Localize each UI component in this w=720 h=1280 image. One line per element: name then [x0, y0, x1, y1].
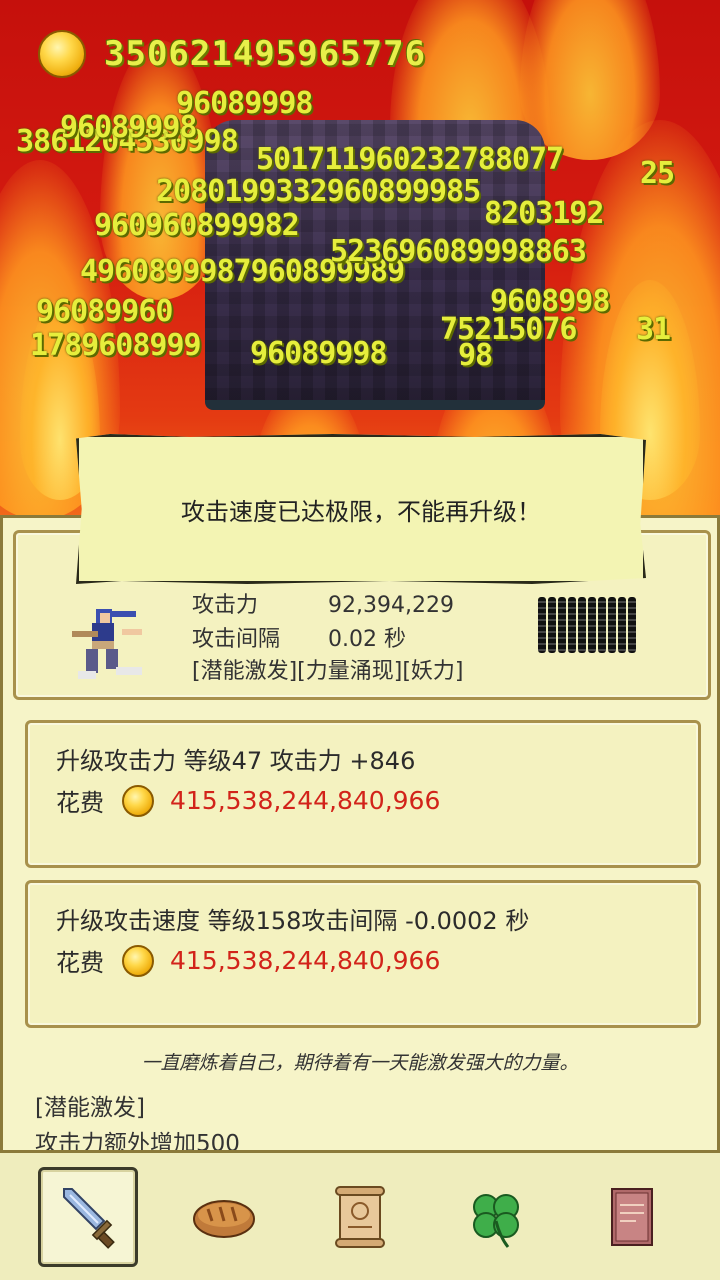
damage-number: 31: [636, 312, 671, 347]
gold-coin-icon: [38, 30, 86, 78]
tab-food[interactable]: [174, 1167, 274, 1267]
interval-stat: 攻击间隔 0.02 秒: [192, 621, 406, 653]
upgrade-panel: 攻击力 92,394,229 攻击间隔 0.02 秒 [潜能激发][力量涌现][妖力…: [0, 515, 720, 1155]
damage-numbers: 96089998 3861204530998 96089998 50171196…: [0, 80, 720, 380]
gold-counter: 350621495965776: [38, 30, 426, 78]
attack-value: 92,394,229: [328, 593, 454, 618]
damage-number: 1789608999: [30, 328, 202, 363]
tab-luck[interactable]: [446, 1167, 546, 1267]
damage-number: 2080199332960899985: [156, 174, 481, 209]
upgrade-attack-button[interactable]: 升级攻击力 等级47 攻击力 +846 花费 415,538,244,840,9…: [25, 720, 701, 868]
scroll-icon: [335, 1185, 385, 1248]
upgrade-speed-button[interactable]: 升级攻击速度 等级158攻击间隔 -0.0002 秒 花费 415,538,24…: [25, 880, 701, 1028]
cost-label: 花费: [56, 949, 104, 977]
toast-text: 攻击速度已达极限，不能再升级！: [181, 497, 541, 526]
cost-label: 花费: [56, 789, 104, 817]
bottom-tab-bar: [0, 1150, 720, 1280]
cost-value: 415,538,244,840,966: [170, 786, 441, 815]
clover-icon: [473, 1193, 519, 1248]
upgrade-attack-cost: 花费 415,538,244,840,966: [56, 783, 440, 818]
upgrade-speed-title: 升级攻击速度 等级158攻击间隔 -0.0002 秒: [56, 907, 530, 935]
flavor-text: 一直磨炼着自己，期待着有一天能激发强大的力量。: [141, 1052, 579, 1074]
damage-number: 501711960232788077: [256, 142, 564, 177]
toast-message: 攻击速度已达极限，不能再升级！: [76, 434, 646, 584]
interval-value: 0.02 秒: [328, 627, 406, 652]
tab-weapon[interactable]: [38, 1166, 138, 1267]
attack-label: 攻击力: [192, 593, 259, 618]
sword-icon: [63, 1187, 115, 1249]
gold-coin-icon: [122, 944, 154, 977]
bread-icon: [193, 1199, 255, 1238]
gold-total: 350621495965776: [104, 34, 427, 74]
damage-number: 96089998: [60, 110, 197, 145]
damage-number: 96089960: [36, 294, 173, 329]
tab-book[interactable]: [582, 1167, 682, 1267]
gold-coin-icon: [122, 784, 154, 817]
interval-label: 攻击间隔: [192, 627, 281, 652]
coin-stack-icon: [538, 597, 638, 657]
skill-name: [潜能激发]: [35, 1095, 145, 1121]
hero-sprite: [72, 609, 142, 679]
damage-number: 8203192: [484, 196, 604, 231]
attack-stat: 攻击力 92,394,229: [192, 587, 454, 619]
cost-value: 415,538,244,840,966: [170, 946, 441, 975]
upgrade-attack-title: 升级攻击力 等级47 攻击力 +846: [56, 747, 416, 775]
buff-list: [潜能激发][力量涌现][妖力]: [192, 659, 464, 684]
damage-number: 98: [458, 338, 493, 373]
damage-number: 523696089998863: [330, 234, 587, 269]
damage-number: 96089998: [250, 336, 387, 371]
damage-number: 25: [640, 156, 675, 191]
book-icon: [611, 1187, 653, 1246]
tab-scroll[interactable]: [310, 1167, 410, 1267]
upgrade-speed-cost: 花费 415,538,244,840,966: [56, 943, 440, 978]
damage-number: 960960899982: [94, 208, 300, 243]
